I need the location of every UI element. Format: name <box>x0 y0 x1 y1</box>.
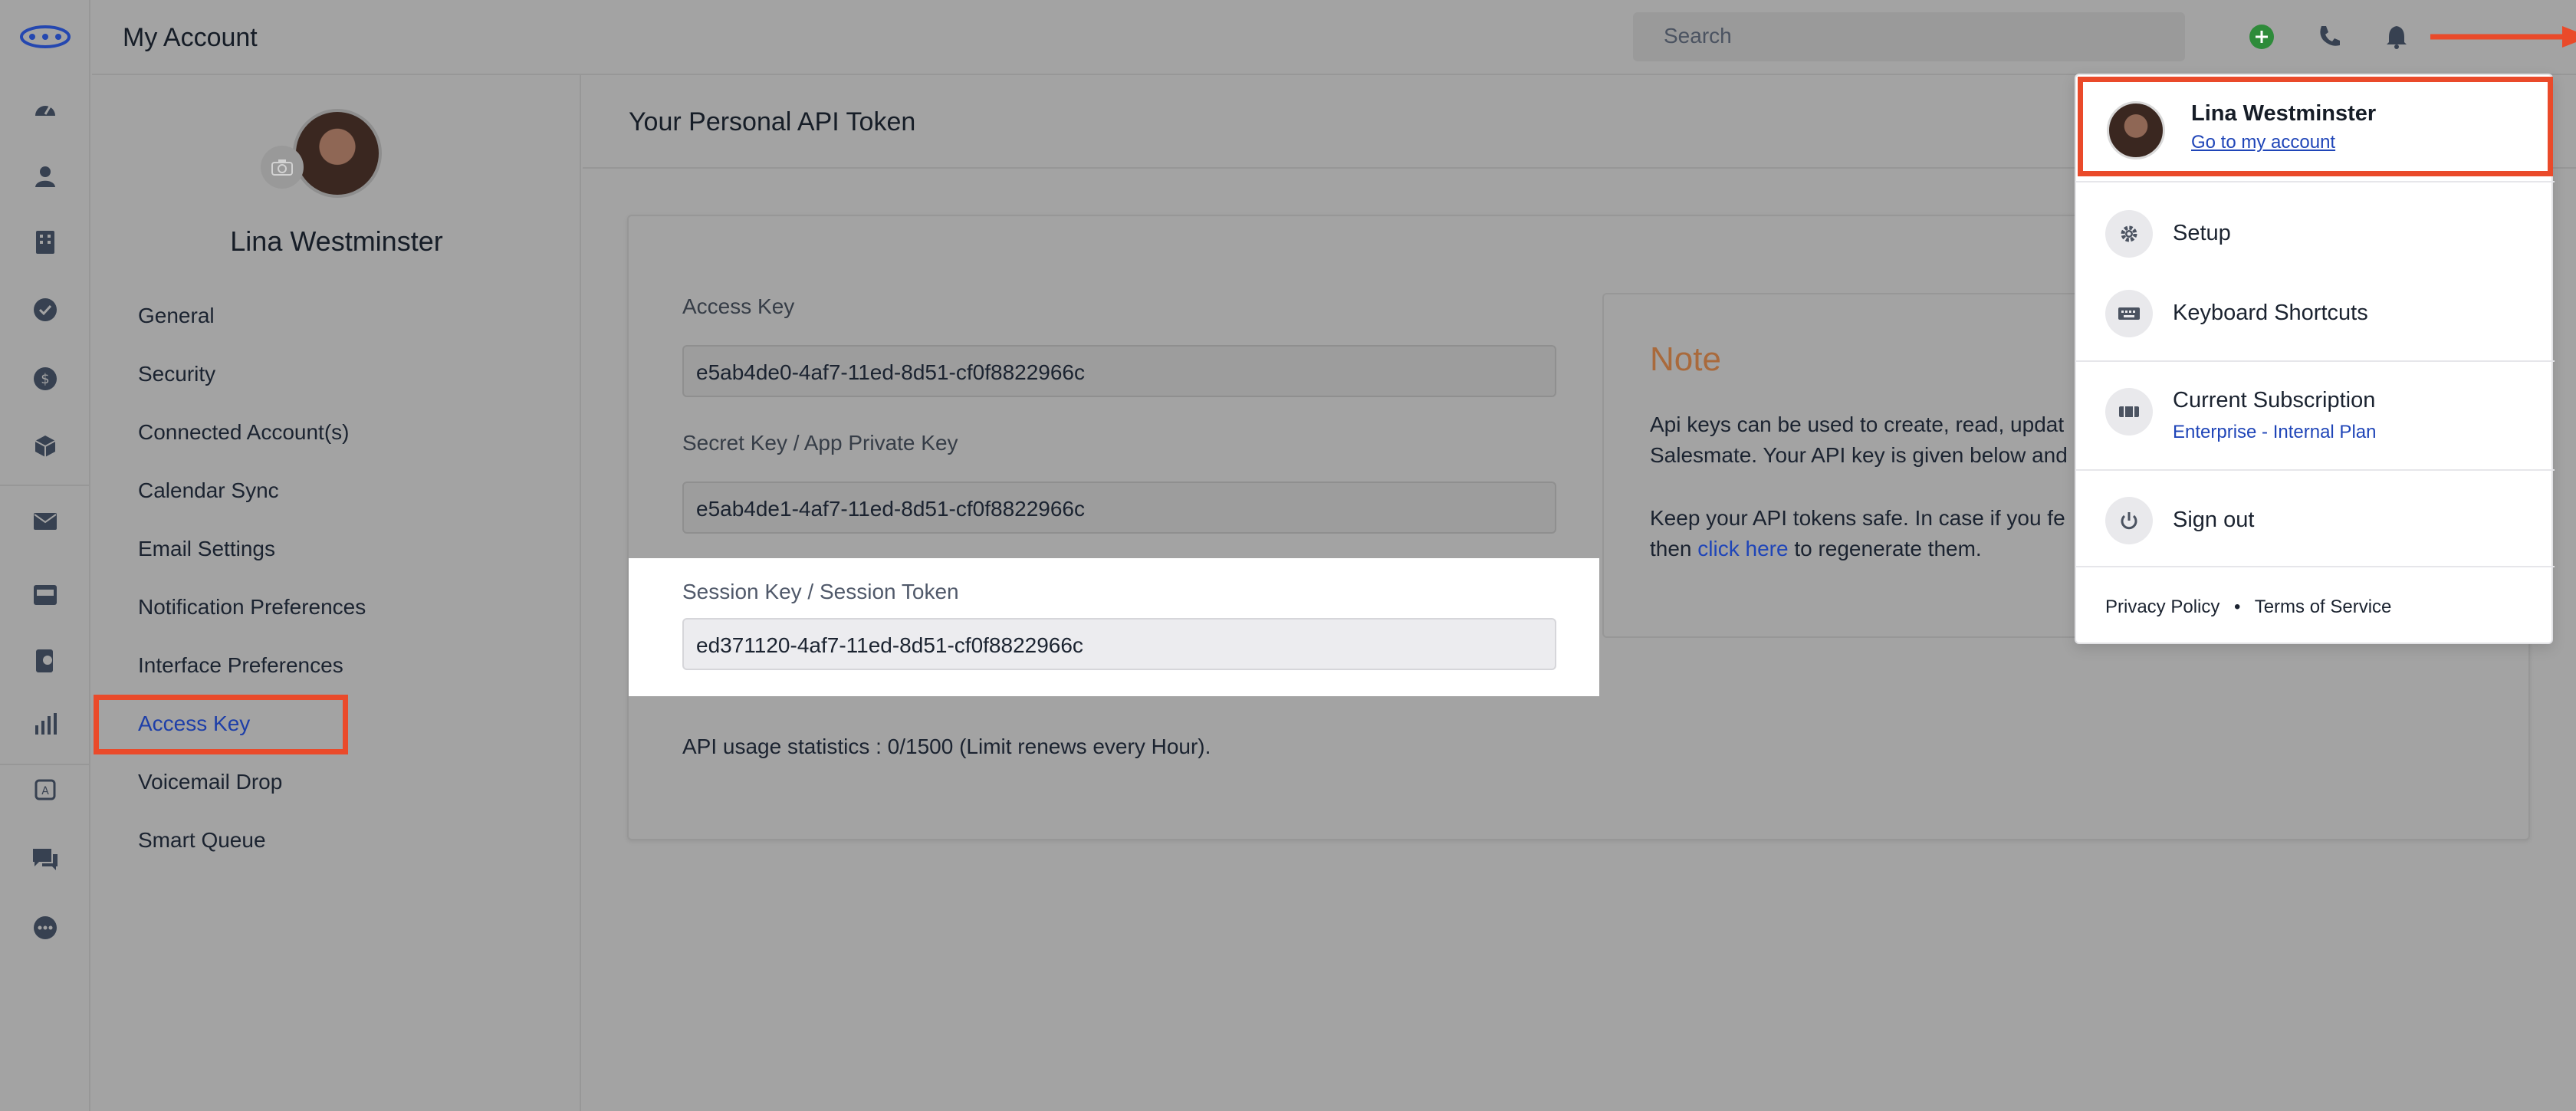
power-icon <box>2105 497 2153 544</box>
dropdown-footer: Privacy Policy • Terms of Service <box>2105 597 2391 618</box>
secret-key-field[interactable]: e5ab4de1-4af7-11ed-8d51-cf0f8822966c <box>682 482 1556 534</box>
note-p1-line1: Api keys can be used to create, read, up… <box>1650 413 2065 436</box>
svg-text:A: A <box>41 785 49 797</box>
menu-item-setup[interactable]: Setup <box>2076 192 2555 268</box>
api-usage-statistics: API usage statistics : 0/1500 (Limit ren… <box>682 735 1211 758</box>
sidebar-item-connected-accounts[interactable]: Connected Account(s) <box>138 417 350 448</box>
note-paragraph-2: Keep your API tokens safe. In case if yo… <box>1650 503 2079 564</box>
secret-key-value: e5ab4de1-4af7-11ed-8d51-cf0f8822966c <box>696 497 1086 521</box>
dashboard-icon[interactable] <box>30 95 61 126</box>
section-title: Your Personal API Token <box>629 107 916 136</box>
access-key-highlight <box>94 695 348 754</box>
automation-icon[interactable]: A <box>30 774 61 805</box>
note-p2-line1: Keep your API tokens safe. In case if yo… <box>1650 506 2065 530</box>
sidebar-item-security[interactable]: Security <box>138 359 215 390</box>
keyboard-icon <box>2105 290 2153 337</box>
phone-icon[interactable] <box>2314 21 2344 52</box>
email-icon[interactable] <box>30 506 61 537</box>
regenerate-link[interactable]: click here <box>1697 537 1788 560</box>
access-key-value: e5ab4de0-4af7-11ed-8d51-cf0f8822966c <box>696 360 1086 384</box>
menu-item-keyboard-shortcuts[interactable]: Keyboard Shortcuts <box>2076 271 2555 348</box>
account-dropdown: Lina Westminster Go to my account Setup … <box>2075 74 2555 644</box>
arrow-annotation <box>2430 26 2576 48</box>
session-key-panel: Session Key / Session Token ed371120-4af… <box>629 558 1599 696</box>
menu-label-subscription: Current Subscription <box>2173 388 2376 413</box>
sidebar-item-general[interactable]: General <box>138 301 215 331</box>
inbox-icon[interactable] <box>30 580 61 610</box>
sidebar-item-voicemail-drop[interactable]: Voicemail Drop <box>138 767 282 797</box>
menu-label-sign-out: Sign out <box>2173 508 2255 532</box>
search-input[interactable]: Search <box>1633 12 2185 61</box>
tasks-icon[interactable] <box>30 294 61 325</box>
menu-item-sign-out[interactable]: Sign out <box>2076 478 2555 555</box>
subscription-plan: Enterprise - Internal Plan <box>2173 422 2377 442</box>
session-key-field[interactable]: ed371120-4af7-11ed-8d51-cf0f8822966c <box>682 618 1556 670</box>
note-title: Note <box>1650 340 1721 378</box>
companies-icon[interactable] <box>30 227 61 258</box>
session-key-label: Session Key / Session Token <box>682 580 959 603</box>
sidebar-item-notification-preferences[interactable]: Notification Preferences <box>138 592 366 623</box>
access-key-field[interactable]: e5ab4de0-4af7-11ed-8d51-cf0f8822966c <box>682 345 1556 397</box>
gear-icon <box>2105 210 2153 258</box>
settings-sidebar: Lina Westminster General Security Connec… <box>92 75 581 1111</box>
note-p2-line2: then click here to regenerate them. <box>1650 534 2079 564</box>
sidebar-item-email-settings[interactable]: Email Settings <box>138 534 275 564</box>
search-placeholder: Search <box>1664 24 1732 48</box>
menu-label-keyboard-shortcuts: Keyboard Shortcuts <box>2173 301 2368 325</box>
dropdown-user-highlight <box>2078 77 2553 176</box>
logo-icon[interactable] <box>18 21 72 52</box>
reports-icon[interactable] <box>30 708 61 739</box>
add-icon[interactable] <box>2246 21 2277 52</box>
top-bar: My Account Search <box>92 0 2576 75</box>
secret-key-label: Secret Key / App Private Key <box>682 431 958 455</box>
app-rail: $ A <box>0 0 90 1111</box>
access-key-label: Access Key <box>682 294 795 318</box>
subscription-icon <box>2105 388 2153 436</box>
bell-icon[interactable] <box>2381 21 2412 52</box>
profile-avatar <box>293 109 382 198</box>
phone-book-icon[interactable] <box>30 646 61 676</box>
profile-name: Lina Westminster <box>230 225 443 257</box>
sidebar-item-calendar-sync[interactable]: Calendar Sync <box>138 475 279 506</box>
note-p1-line2: Salesmate. Your API key is given below a… <box>1650 443 2068 467</box>
page-title: My Account <box>123 23 258 52</box>
privacy-policy-link[interactable]: Privacy Policy <box>2105 597 2220 617</box>
deals-icon[interactable]: $ <box>30 363 61 394</box>
note-p2-prefix: then <box>1650 537 1698 560</box>
note-p2-suffix: to regenerate them. <box>1788 537 1982 560</box>
note-panel: Note Api keys can be used to create, rea… <box>1602 293 2093 638</box>
sidebar-item-interface-preferences[interactable]: Interface Preferences <box>138 650 343 681</box>
footer-bullet: • <box>2234 597 2241 617</box>
note-paragraph-1: Api keys can be used to create, read, up… <box>1650 409 2079 471</box>
camera-icon[interactable] <box>261 146 304 189</box>
svg-text:$: $ <box>41 371 49 387</box>
more-icon[interactable] <box>30 912 61 943</box>
sidebar-item-smart-queue[interactable]: Smart Queue <box>138 825 266 856</box>
products-icon[interactable] <box>30 431 61 462</box>
menu-item-subscription[interactable]: Current Subscription Enterprise - Intern… <box>2076 370 2555 462</box>
contacts-icon[interactable] <box>30 161 61 192</box>
chat-icon[interactable] <box>30 843 61 874</box>
terms-of-service-link[interactable]: Terms of Service <box>2255 597 2392 617</box>
session-key-value: ed371120-4af7-11ed-8d51-cf0f8822966c <box>696 633 1083 657</box>
menu-label-setup: Setup <box>2173 221 2231 245</box>
